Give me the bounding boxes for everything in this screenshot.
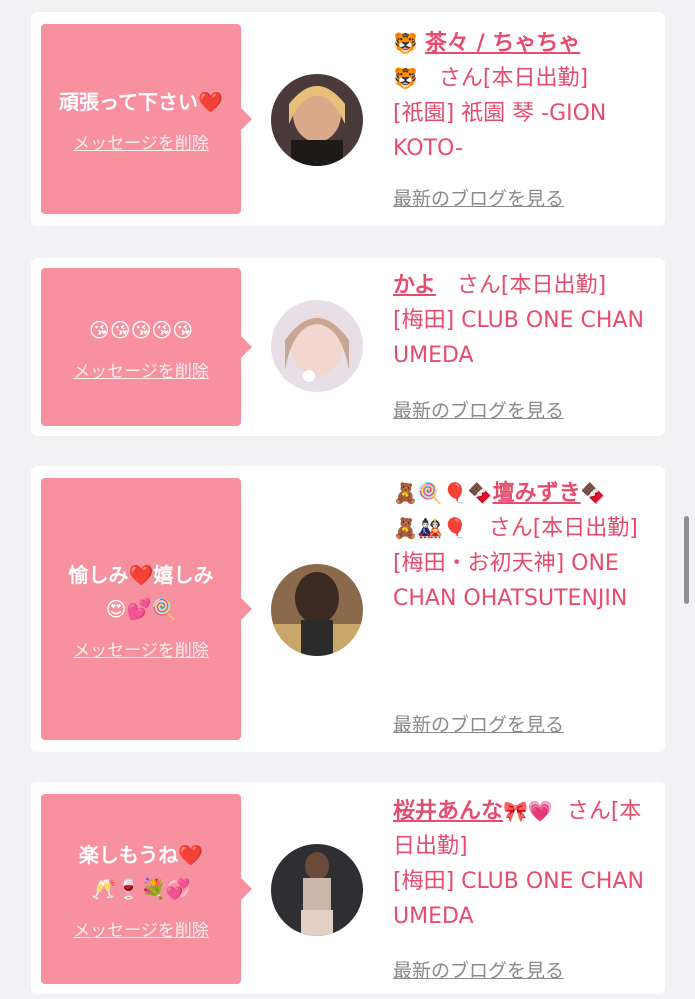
cast-name-link[interactable]: 桜井あんな	[393, 799, 503, 824]
message-text: 頑張って下さい❤️	[59, 89, 223, 114]
shop-name: [梅田] CLUB ONE CHAN UMEDA	[393, 869, 644, 929]
avatar[interactable]	[271, 844, 363, 936]
shop-name: [祇園] 祇園 琴 -GION KOTO-	[393, 101, 607, 161]
delete-message-link[interactable]: メッセージを削除	[73, 357, 209, 382]
avatar-photo-icon	[271, 564, 363, 656]
attendance-status: さん[本日出勤]	[488, 516, 638, 541]
latest-blog-link[interactable]: 最新のブログを見る	[393, 184, 564, 211]
message-card: 頑張って下さい❤️ メッセージを削除 🐯 茶々 / ちゃちゃ 🐯 さん[本日出勤…	[31, 12, 665, 226]
delete-message-link[interactable]: メッセージを削除	[73, 129, 209, 154]
cast-info: 桜井あんな🎀💗 さん[本日出勤] [梅田] CLUB ONE CHAN UMED…	[393, 794, 655, 934]
message-bubble: 😘😘😘😘😘 メッセージを削除	[41, 268, 252, 426]
message-bubble: 頑張って下さい❤️ メッセージを削除	[41, 24, 252, 214]
attendance-status: さん[本日出勤]	[456, 273, 607, 298]
delete-message-link[interactable]: メッセージを削除	[73, 916, 209, 941]
cast-info: 🧸🍭🎈🍫壇みずき🍫 🧸🎎🎈 さん[本日出勤] [梅田・お初天神] ONE CHA…	[393, 476, 655, 616]
message-text: 愉しみ❤️嬉しみ 😍💕🍭	[68, 562, 214, 621]
avatar[interactable]	[271, 564, 363, 656]
message-bubble: 楽しもうね❤️ 🥂🍷💐💞 メッセージを削除	[41, 794, 252, 984]
chocolate-icon: 🍫	[580, 481, 606, 505]
avatar-photo-icon	[271, 844, 363, 936]
cast-name-link[interactable]: 茶々 / ちゃちゃ	[425, 31, 580, 56]
avatar[interactable]	[271, 300, 363, 392]
cast-name-link[interactable]: 壇みずき	[493, 481, 581, 506]
emoji-decoration: 🧸🍭🎈🍫	[393, 481, 493, 505]
ribbon-heart-icon: 🎀💗	[503, 799, 553, 823]
scrollbar[interactable]	[684, 516, 689, 604]
message-text: 😘😘😘😘😘	[88, 317, 194, 342]
avatar[interactable]	[271, 74, 363, 166]
avatar-photo-icon	[271, 300, 363, 392]
message-card: 😘😘😘😘😘 メッセージを削除 かよ さん[本日出勤] [梅田] CLUB ONE…	[31, 258, 665, 436]
latest-blog-link[interactable]: 最新のブログを見る	[393, 956, 564, 983]
message-card: 楽しもうね❤️ 🥂🍷💐💞 メッセージを削除 桜井あんな🎀💗 さん[本日出勤] [梅…	[31, 782, 665, 994]
latest-blog-link[interactable]: 最新のブログを見る	[393, 396, 564, 423]
message-bubble: 愉しみ❤️嬉しみ 😍💕🍭 メッセージを削除	[41, 478, 252, 740]
shop-name: [梅田・お初天神] ONE CHAN OHATSUTENJIN	[393, 551, 628, 611]
message-card: 愉しみ❤️嬉しみ 😍💕🍭 メッセージを削除 🧸🍭🎈🍫壇みずき🍫 🧸🎎🎈 さん[本日…	[31, 466, 665, 752]
cast-name-link[interactable]: かよ	[393, 273, 436, 298]
message-text: 楽しもうね❤️ 🥂🍷💐💞	[78, 842, 204, 901]
delete-message-link[interactable]: メッセージを削除	[73, 636, 209, 661]
shop-name: [梅田] CLUB ONE CHAN UMEDA	[393, 308, 644, 368]
latest-blog-link[interactable]: 最新のブログを見る	[393, 710, 564, 737]
attendance-status: さん[本日出勤]	[438, 66, 589, 91]
avatar-photo-icon	[271, 74, 363, 166]
cast-info: 🐯 茶々 / ちゃちゃ 🐯 さん[本日出勤] [祇園] 祇園 琴 -GION K…	[393, 26, 655, 166]
tiger-icon: 🐯	[393, 66, 418, 90]
cast-info: かよ さん[本日出勤] [梅田] CLUB ONE CHAN UMEDA	[393, 268, 655, 373]
emoji-decoration: 🧸🎎🎈	[393, 516, 468, 540]
tiger-icon: 🐯	[393, 31, 418, 55]
